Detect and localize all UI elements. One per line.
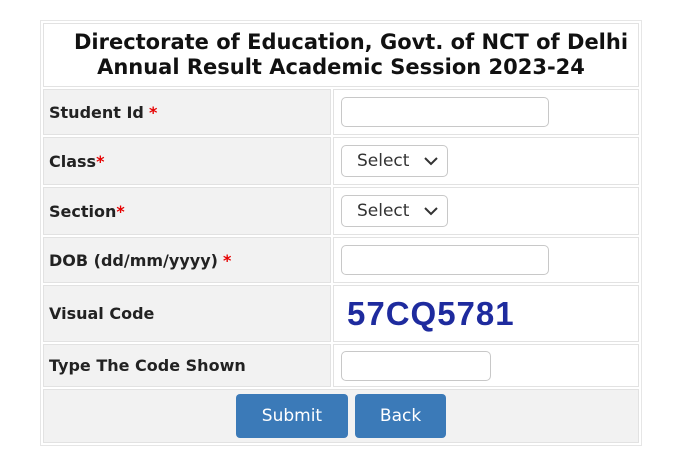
captcha-image: 57CQ5781 xyxy=(337,291,537,336)
chevron-down-icon xyxy=(424,157,438,166)
required-marker: * xyxy=(96,151,105,171)
back-button[interactable]: Back xyxy=(355,394,447,438)
student-id-value-cell xyxy=(333,89,639,135)
class-label-cell: Class* xyxy=(43,137,331,185)
form-header: Directorate of Education, Govt. of NCT o… xyxy=(43,23,639,87)
header-title-line1: Directorate of Education, Govt. of NCT o… xyxy=(73,30,629,54)
header-title-line2: Annual Result Academic Session 2023-24 xyxy=(97,55,585,79)
required-marker: * xyxy=(223,250,232,270)
dob-label-cell: DOB (dd/mm/yyyy) * xyxy=(43,237,331,283)
section-select[interactable]: Select xyxy=(341,195,448,227)
button-row: Submit Back xyxy=(43,389,639,443)
section-label: Section xyxy=(49,201,117,221)
section-value-cell: Select xyxy=(333,187,639,235)
dob-label: DOB (dd/mm/yyyy) xyxy=(49,250,218,270)
class-select[interactable]: Select xyxy=(341,145,448,177)
chevron-down-icon xyxy=(424,207,438,216)
class-select-value: Select xyxy=(357,151,410,171)
dob-value-cell xyxy=(333,237,639,283)
result-form: Directorate of Education, Govt. of NCT o… xyxy=(40,20,642,446)
visual-code-value-cell: 57CQ5781 xyxy=(333,285,639,342)
class-value-cell: Select xyxy=(333,137,639,185)
student-id-label-cell: Student Id * xyxy=(43,89,331,135)
visual-code-label: Visual Code xyxy=(49,304,155,323)
section-label-cell: Section* xyxy=(43,187,331,235)
required-marker: * xyxy=(116,201,125,221)
captcha-text: 57CQ5781 xyxy=(347,294,515,332)
type-code-value-cell xyxy=(333,344,639,387)
class-label: Class xyxy=(49,151,97,171)
student-id-label: Student Id xyxy=(49,102,144,122)
submit-button[interactable]: Submit xyxy=(235,394,348,438)
visual-code-label-cell: Visual Code xyxy=(43,285,331,342)
captcha-input[interactable] xyxy=(341,350,491,381)
required-marker: * xyxy=(148,102,158,122)
type-code-label: Type The Code Shown xyxy=(49,356,246,375)
student-id-input[interactable] xyxy=(341,97,549,127)
section-select-value: Select xyxy=(357,201,410,221)
type-code-label-cell: Type The Code Shown xyxy=(43,344,331,387)
dob-input[interactable] xyxy=(341,245,549,275)
